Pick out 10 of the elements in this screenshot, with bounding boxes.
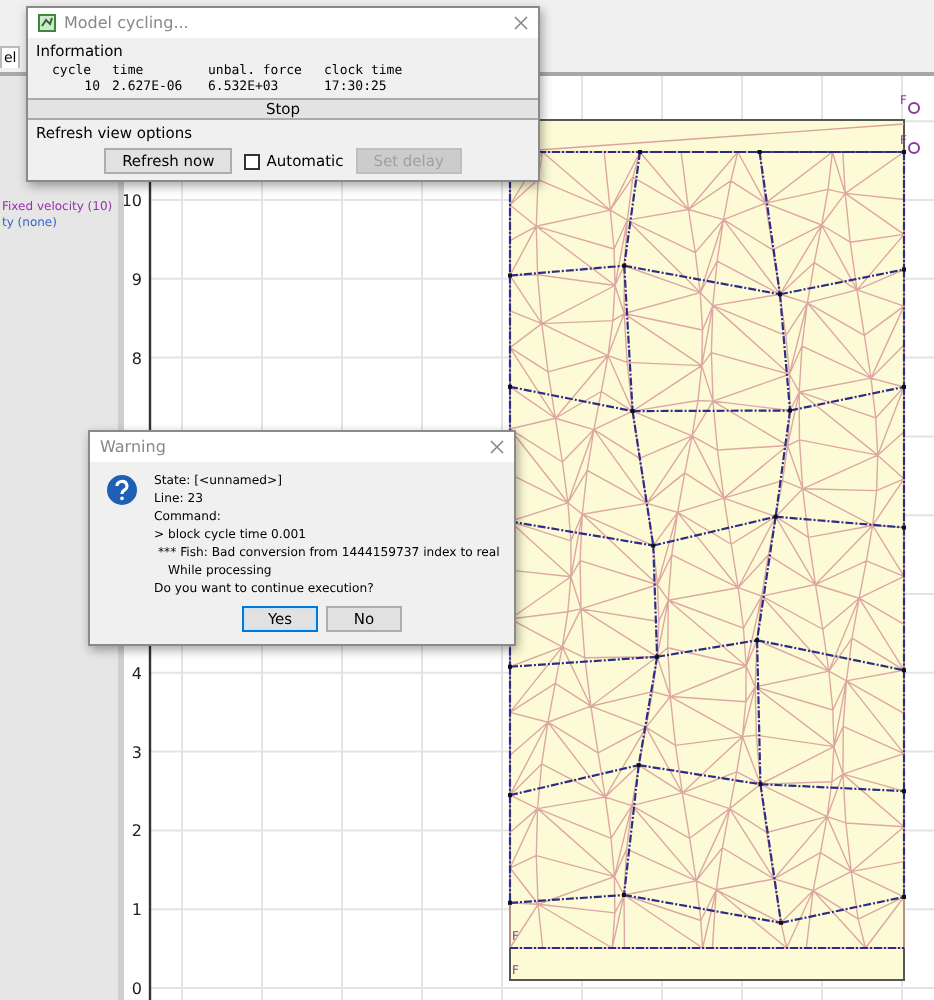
axis-tick-label: 1 bbox=[131, 901, 142, 920]
window-title: Model cycling... bbox=[64, 14, 191, 32]
window-title: Warning bbox=[100, 438, 168, 456]
axis-tick-label: 4 bbox=[131, 664, 142, 683]
axis-tick-label: 0 bbox=[131, 980, 142, 998]
axis-tick-label: 3 bbox=[131, 743, 142, 762]
axis-tick-label: 8 bbox=[131, 349, 142, 368]
axis-tick-label: 10 bbox=[124, 192, 142, 210]
axis-tick-label: 2 bbox=[131, 822, 142, 841]
axis-tick-label: 9 bbox=[131, 270, 142, 289]
